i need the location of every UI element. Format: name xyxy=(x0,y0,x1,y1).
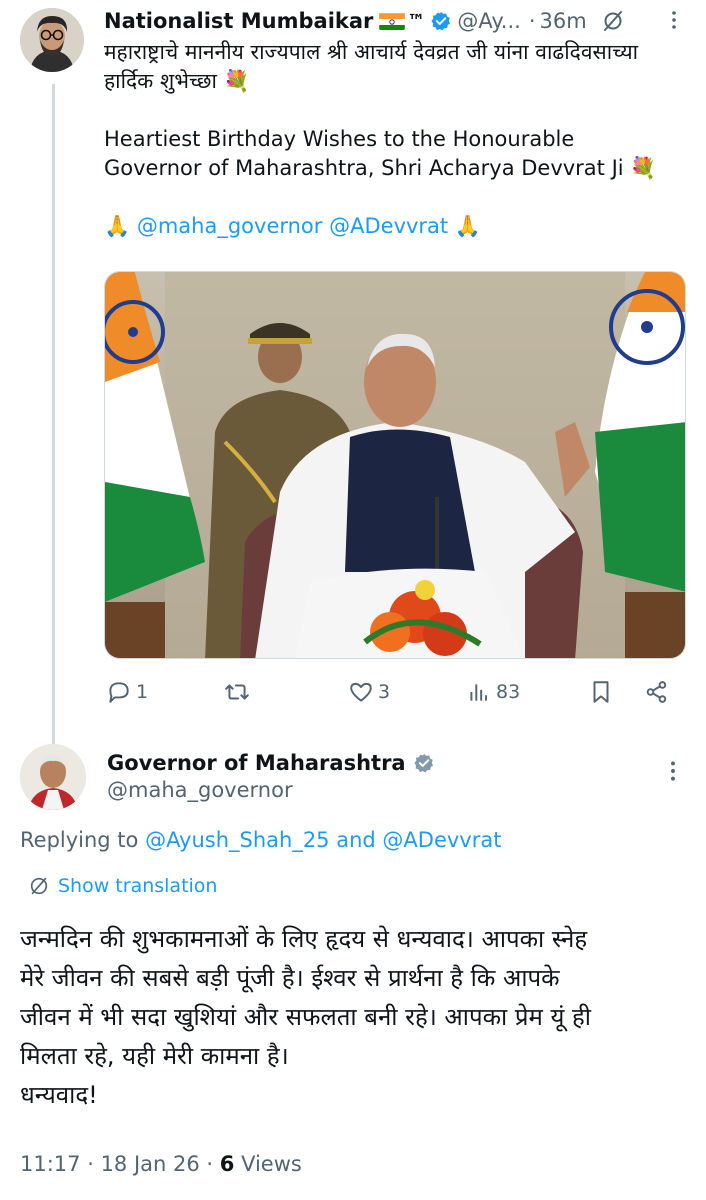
trademark-symbol: ™ xyxy=(407,10,426,32)
like-button[interactable]: 3 xyxy=(348,676,390,708)
separator-dot: · xyxy=(199,1152,220,1176)
verified-badge-icon xyxy=(414,753,434,773)
bookmark-button[interactable] xyxy=(588,676,614,708)
separator-dot: · xyxy=(80,1152,101,1176)
tweet2-author: Governor of Maharashtra xyxy=(107,748,434,778)
like-icon xyxy=(350,682,372,702)
verified-badge-icon xyxy=(431,11,451,31)
share-button[interactable] xyxy=(644,676,670,708)
avatar-nationalist-mumbaikar[interactable] xyxy=(20,8,84,72)
tweet-time[interactable]: 11:17 xyxy=(20,1152,81,1176)
india-flag-icon xyxy=(379,12,406,30)
tweet1-header: Nationalist Mumbaikar ™ @Ay... · 36m xyxy=(104,6,694,36)
author-name[interactable]: Governor of Maharashtra xyxy=(107,751,406,775)
tweet-text-line: Governor of Maharashtra, Shri Acharya De… xyxy=(104,156,657,180)
show-translation-button[interactable]: Show translation xyxy=(28,872,217,900)
tweet-text-line: हार्दिक शुभेच्छा 💐 xyxy=(104,69,250,93)
tweet-photo[interactable] xyxy=(104,271,686,659)
author-name[interactable]: Nationalist Mumbaikar xyxy=(104,9,373,33)
more-icon[interactable] xyxy=(662,8,686,32)
views-count: 6 xyxy=(219,1152,235,1176)
reply-user-link[interactable]: @Ayush_Shah_25 xyxy=(145,828,329,852)
thread-connector xyxy=(52,84,55,744)
grok-icon[interactable] xyxy=(601,9,625,33)
share-icon xyxy=(646,681,667,703)
avatar-governor-of-maharashtra[interactable] xyxy=(20,744,86,810)
tweet-time[interactable]: 36m xyxy=(540,9,587,33)
reply-user-link[interactable]: @ADevvrat xyxy=(382,828,501,852)
tweet-text-line: Heartiest Birthday Wishes to the Honoura… xyxy=(104,127,575,151)
mention-link[interactable]: @ADevvrat xyxy=(329,214,448,238)
tweet1-action-bar: 1 3 83 xyxy=(104,676,686,708)
views-count: 83 xyxy=(496,681,521,703)
views-button[interactable]: 83 xyxy=(466,676,520,708)
views-icon xyxy=(470,684,488,701)
reply-icon xyxy=(109,682,129,703)
tweet1-text: महाराष्ट्राचे माननीय राज्यपाल श्री आचार्… xyxy=(104,38,694,241)
mentions-line: 🙏 @maha_governor @ADevvrat 🙏 xyxy=(104,212,694,241)
tweet-text-line: जन्मदिन की शुभकामनाओं के लिए हृदय से धन्… xyxy=(20,925,588,953)
views-label: Views xyxy=(234,1152,302,1176)
pray-emoji: 🙏 xyxy=(448,214,481,238)
globe-icon xyxy=(30,877,48,895)
reply-button[interactable]: 1 xyxy=(106,676,148,708)
mention-link[interactable]: @maha_governor xyxy=(137,214,323,238)
reply-and: and xyxy=(329,828,383,852)
separator-dot: · xyxy=(528,9,536,33)
tweet-text-line: जीवन में भी सदा खुशियां और सफलता बनी रहे… xyxy=(20,1003,592,1031)
replying-prefix: Replying to xyxy=(20,828,146,852)
author-handle[interactable]: @maha_governor xyxy=(107,778,293,802)
repost-button[interactable] xyxy=(224,676,254,708)
replying-to-line: Replying to @Ayush_Shah_25 and @ADevvrat xyxy=(20,828,501,852)
tweet-text-line: धन्यवाद! xyxy=(20,1081,98,1109)
more-icon[interactable] xyxy=(660,758,686,784)
tweet2-text: जन्मदिन की शुभकामनाओं के लिए हृदय से धन्… xyxy=(20,920,690,1115)
show-translation-label: Show translation xyxy=(58,875,218,897)
like-count: 3 xyxy=(378,681,391,703)
tweet2-meta: 11:17 · 18 Jan 26 · 6 Views xyxy=(20,1152,302,1176)
tweet-text-line: मेरे जीवन की सबसे बड़ी पूंजी है। ईश्वर स… xyxy=(20,964,560,992)
tweet-text-line: महाराष्ट्राचे माननीय राज्यपाल श्री आचार्… xyxy=(104,40,639,64)
pray-emoji: 🙏 xyxy=(104,214,137,238)
repost-icon xyxy=(225,684,249,700)
bookmark-icon xyxy=(593,681,609,703)
author-handle[interactable]: @Ay... xyxy=(457,9,520,33)
tweet-text-line: मिलता रहे, यही मेरी कामना है। xyxy=(20,1042,289,1070)
tweet-date[interactable]: 18 Jan 26 xyxy=(101,1152,200,1176)
reply-count: 1 xyxy=(136,681,149,703)
